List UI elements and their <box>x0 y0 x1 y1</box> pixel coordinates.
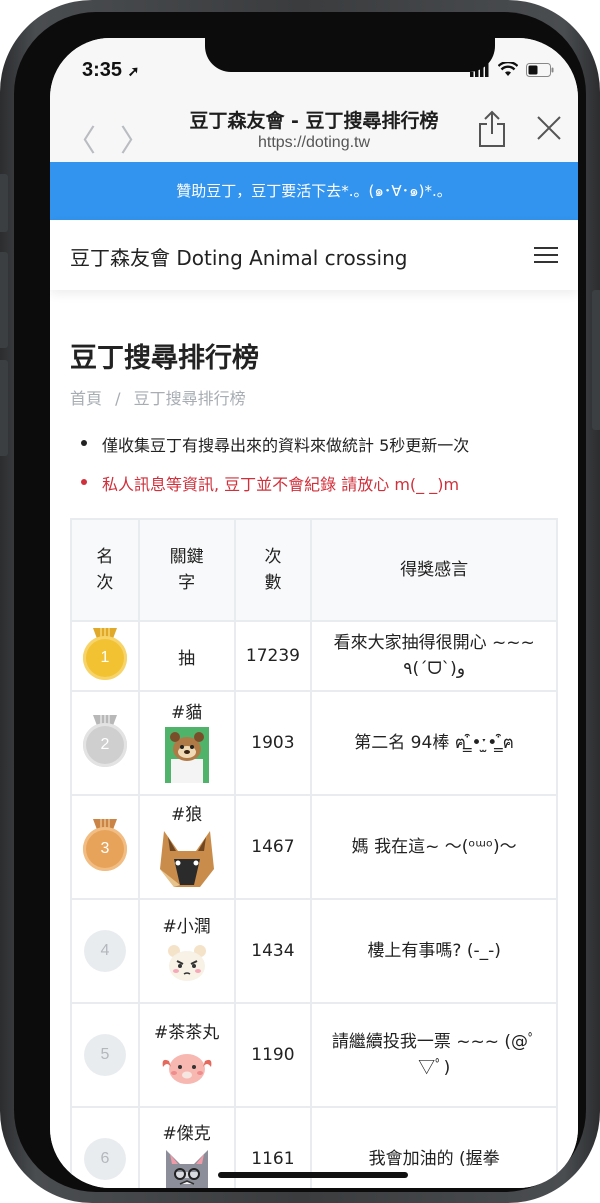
status-time: 3:35 ➚ <box>82 59 139 82</box>
wolf-avatar-icon <box>159 831 214 887</box>
count-cell: 1190 <box>233 1002 313 1108</box>
keyword-cell: #狼 <box>137 794 236 900</box>
rank-cell: 4 <box>70 898 140 1004</box>
table-row: 3 #狼 1467 媽 我在這~ ～(ᵒᵚᵒ)～ <box>70 794 558 900</box>
keyword-cell: #小潤 <box>137 898 236 1004</box>
message-cell: 請繼續投我一票 ~~~ (@ﾟ▽ﾟ) <box>310 1002 558 1108</box>
volume-up-button <box>0 252 8 348</box>
message-cell: 第二名 94棒 ฅ ̳͒•ˑ̫• ̳͒ฅ <box>310 690 558 796</box>
keyword-cell: 抽 <box>137 620 236 692</box>
gold-medal-icon: 1 <box>82 627 127 680</box>
phone-frame: 3:35 ➚ 〈 〉 豆丁森友會 - 豆丁搜尋排行榜 https://dotin… <box>0 0 600 1203</box>
keyword-cell: #貓 <box>137 690 236 796</box>
location-arrow-icon: ➚ <box>127 63 140 79</box>
site-header: 豆丁森友會 Doting Animal crossing <box>50 220 578 290</box>
count-cell: 1434 <box>233 898 313 1004</box>
table-row: 2 #貓 1903 第二名 94棒 ฅ ̳͒•ˑ̫• ̳͒ฅ <box>70 690 558 796</box>
rank-badge: 5 <box>83 1034 126 1076</box>
ranking-table: 名次 關鍵字 次數 得獎感言 1 抽 17239 看來大家抽得很開心 ~~~ ٩… <box>70 518 558 1188</box>
rank-cell: 1 <box>70 620 140 692</box>
site-title[interactable]: 豆丁森友會 Doting Animal crossing <box>70 242 407 271</box>
keyword-text[interactable]: #小潤 <box>140 912 234 937</box>
keyword-text[interactable]: 抽 <box>178 649 195 669</box>
hamburger-icon[interactable] <box>534 247 558 265</box>
rank-cell: 6 <box>70 1106 140 1188</box>
volume-down-button <box>0 360 8 456</box>
header-count: 次數 <box>233 518 313 622</box>
home-indicator <box>218 1172 408 1178</box>
status-time-text: 3:35 <box>82 59 123 81</box>
notch <box>205 38 495 72</box>
table-header-row: 名次 關鍵字 次數 得獎感言 <box>70 518 558 622</box>
table-row: 1 抽 17239 看來大家抽得很開心 ~~~ ٩(ˊᗜˋ)و <box>70 620 558 692</box>
battery-icon <box>526 62 554 77</box>
rank-badge: 6 <box>83 1138 126 1180</box>
breadcrumb-current: 豆丁搜尋排行榜 <box>133 389 246 408</box>
keyword-text[interactable]: #貓 <box>140 698 234 723</box>
header-rank: 名次 <box>70 518 140 622</box>
note-item-privacy: 私人訊息等資訊, 豆丁並不會紀錄 請放心 m(_ _)m <box>80 471 469 495</box>
keyword-text[interactable]: #傑克 <box>140 1119 234 1144</box>
rank-cell: 2 <box>70 690 140 796</box>
rank-cell: 3 <box>70 794 140 900</box>
wifi-icon <box>498 62 518 76</box>
breadcrumb: 首頁 / 豆丁搜尋排行榜 <box>70 385 254 409</box>
notes-list: 僅收集豆丁有搜尋出來的資料來做統計 5秒更新一次 私人訊息等資訊, 豆丁並不會紀… <box>80 432 469 510</box>
message-cell: 看來大家抽得很開心 ~~~ ٩(ˊᗜˋ)و <box>310 620 558 692</box>
power-button <box>592 290 600 430</box>
page-title: 豆丁搜尋排行榜 <box>70 343 259 374</box>
count-cell: 1903 <box>233 690 313 796</box>
header-message: 得獎感言 <box>310 518 558 622</box>
browser-toolbar: 〈 〉 豆丁森友會 - 豆丁搜尋排行榜 https://doting.tw <box>50 102 578 162</box>
silver-medal-icon: 2 <box>82 714 127 767</box>
count-cell: 1467 <box>233 794 313 900</box>
screen: 3:35 ➚ 〈 〉 豆丁森友會 - 豆丁搜尋排行榜 https://dotin… <box>50 38 578 1188</box>
close-icon[interactable] <box>535 114 563 142</box>
phone-bezel: 3:35 ➚ 〈 〉 豆丁森友會 - 豆丁搜尋排行榜 https://dotin… <box>14 12 586 1192</box>
keyword-cell: #茶茶丸 <box>137 1002 236 1108</box>
keyword-text[interactable]: #狼 <box>140 800 234 825</box>
share-icon[interactable] <box>477 110 507 148</box>
keyword-text[interactable]: #茶茶丸 <box>140 1018 234 1043</box>
message-cell: 媽 我在這~ ～(ᵒᵚᵒ)～ <box>310 794 558 900</box>
main-content: 豆丁搜尋排行榜 首頁 / 豆丁搜尋排行榜 僅收集豆丁有搜尋出來的資料來做統計 5… <box>50 290 578 1188</box>
octopus-avatar-icon <box>162 1054 212 1084</box>
breadcrumb-separator: / <box>115 389 121 408</box>
message-cell: 樓上有事嗎? (-_-) <box>310 898 558 1004</box>
table-row: 4 #小潤 1434 樓上有事嗎? (-_-) <box>70 898 558 1004</box>
breadcrumb-home[interactable]: 首頁 <box>70 389 102 408</box>
header-keyword: 關鍵字 <box>137 518 236 622</box>
table-row: 5 #茶茶丸 1190 請繼續投我一票 ~~~ (@ﾟ▽ﾟ) <box>70 1002 558 1108</box>
note-item: 僅收集豆丁有搜尋出來的資料來做統計 5秒更新一次 <box>80 432 469 456</box>
rank-badge: 4 <box>83 930 126 972</box>
mute-switch <box>0 174 8 232</box>
marshal-avatar-icon <box>167 945 206 981</box>
bronze-medal-icon: 3 <box>82 818 127 871</box>
jacques-avatar-icon <box>165 1150 208 1188</box>
count-cell: 17239 <box>233 620 313 692</box>
rank-cell: 5 <box>70 1002 140 1108</box>
sponsor-banner[interactable]: 贊助豆丁，豆丁要活下去*.。(๑･∀･๑)*.。 <box>50 162 578 220</box>
tom-nook-avatar-icon <box>164 727 209 783</box>
